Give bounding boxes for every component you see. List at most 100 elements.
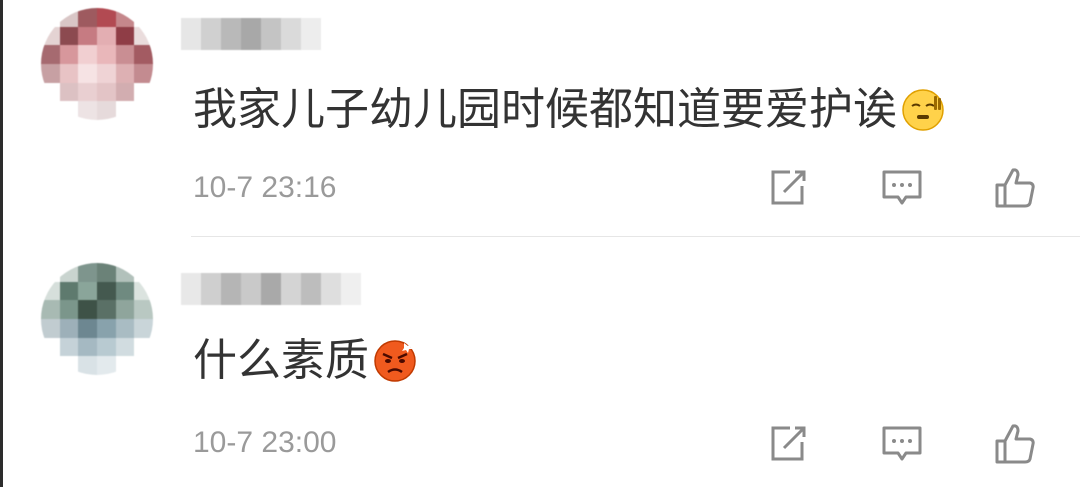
like-button[interactable] [993,422,1037,466]
username-pixel [321,273,341,305]
avatar-pixel [134,337,153,357]
avatar-pixel [115,26,135,46]
avatar-pixel [59,63,79,83]
avatar-pixel [134,101,153,120]
timestamp: 10-7 23:00 [193,426,337,459]
share-button[interactable] [766,166,810,210]
avatar[interactable] [41,263,153,375]
avatar-pixel [41,318,60,338]
avatar-pixel [59,337,79,357]
avatar-pixel [96,263,116,282]
username-pixelated[interactable] [181,273,361,305]
avatar-pixel [78,8,97,27]
avatar-pixel [41,101,60,120]
avatar-pixel [115,82,135,102]
avatar-pixel [134,26,153,46]
comment-text-label: 什么素质 [193,335,369,386]
avatar-pixel [96,318,116,338]
username-pixel [281,18,301,50]
comment-icon [882,170,922,205]
username-pixel [181,18,201,50]
avatar-pixel [41,45,60,64]
avatar-pixel [134,8,153,27]
comment-text: 我家儿子幼儿园时候都知道要爱护诶 [193,82,945,138]
username-pixel [221,273,241,305]
avatar-pixel [96,101,116,120]
avatar-pixel [96,337,116,357]
avatar-pixel [78,45,97,64]
avatar-pixel [59,45,79,64]
avatar-pixel [115,263,135,282]
avatar-pixel [96,8,116,27]
comment-text: 什么素质 [193,333,417,389]
avatar-pixel [115,8,135,27]
avatar-pixel [59,281,79,301]
avatar-pixel [134,263,153,282]
avatar-pixel [78,300,97,319]
avatar-pixel [78,356,97,375]
avatar-pixel [59,8,79,27]
username-pixelated[interactable] [181,18,321,50]
avatar-pixel [115,63,135,83]
username-pixel [281,273,301,305]
username-pixel [201,18,221,50]
angry-face-emoji [373,339,417,383]
share-icon [771,426,806,461]
username-pixel [301,18,321,50]
avatar-pixel [59,356,79,375]
avatar-pixel [134,281,153,301]
comment-item: 我家儿子幼儿园时候都知道要爱护诶 10-7 23:16 [3,0,1080,236]
like-button[interactable] [993,166,1037,210]
avatar-pixel [41,8,60,27]
avatar-pixel [115,300,135,319]
avatar-pixel [59,101,79,120]
avatar-pixel [115,356,135,375]
thumbs-up-icon [995,424,1035,464]
avatar-pixel [41,63,60,83]
comment-item: 什么素质 10-7 23:00 [3,237,1080,487]
avatar-pixel [115,318,135,338]
avatar-pixel [78,26,97,46]
sleepy-face-emoji [901,88,945,132]
avatar-pixel [134,63,153,83]
avatar-pixel [59,263,79,282]
avatar-pixel [134,356,153,375]
username-pixel [341,273,361,305]
avatar-pixel [115,281,135,301]
share-button[interactable] [766,422,810,466]
avatar-pixel [96,356,116,375]
avatar-pixel [96,45,116,64]
avatar-pixel [96,300,116,319]
avatar-pixel [41,26,60,46]
avatar-pixel [41,300,60,319]
avatar-pixel [134,82,153,102]
username-pixel [221,18,241,50]
avatar-pixel [78,337,97,357]
avatar-pixel [78,263,97,282]
avatar-pixel [78,63,97,83]
avatar-pixel [41,82,60,102]
reply-button[interactable] [880,422,924,466]
avatar[interactable] [41,8,153,120]
username-pixel [261,18,281,50]
avatar-pixel [96,63,116,83]
avatar-pixel [41,281,60,301]
avatar-pixel [78,101,97,120]
avatar-pixel [134,45,153,64]
comment-icon [882,426,922,461]
avatar-pixel [59,26,79,46]
avatar-pixel [59,300,79,319]
reply-button[interactable] [880,166,924,210]
username-pixel [261,273,281,305]
comment-text-label: 我家儿子幼儿园时候都知道要爱护诶 [193,84,897,135]
username-pixel [241,18,261,50]
share-icon [771,170,806,205]
avatar-pixel [78,82,97,102]
avatar-pixel [115,45,135,64]
avatar-pixel [115,337,135,357]
avatar-pixel [96,82,116,102]
username-pixel [301,273,321,305]
avatar-pixel [41,337,60,357]
comment-list: 我家儿子幼儿园时候都知道要爱护诶 10-7 23:16 什么素质 10-7 23… [0,0,1080,487]
avatar-pixel [41,263,60,282]
